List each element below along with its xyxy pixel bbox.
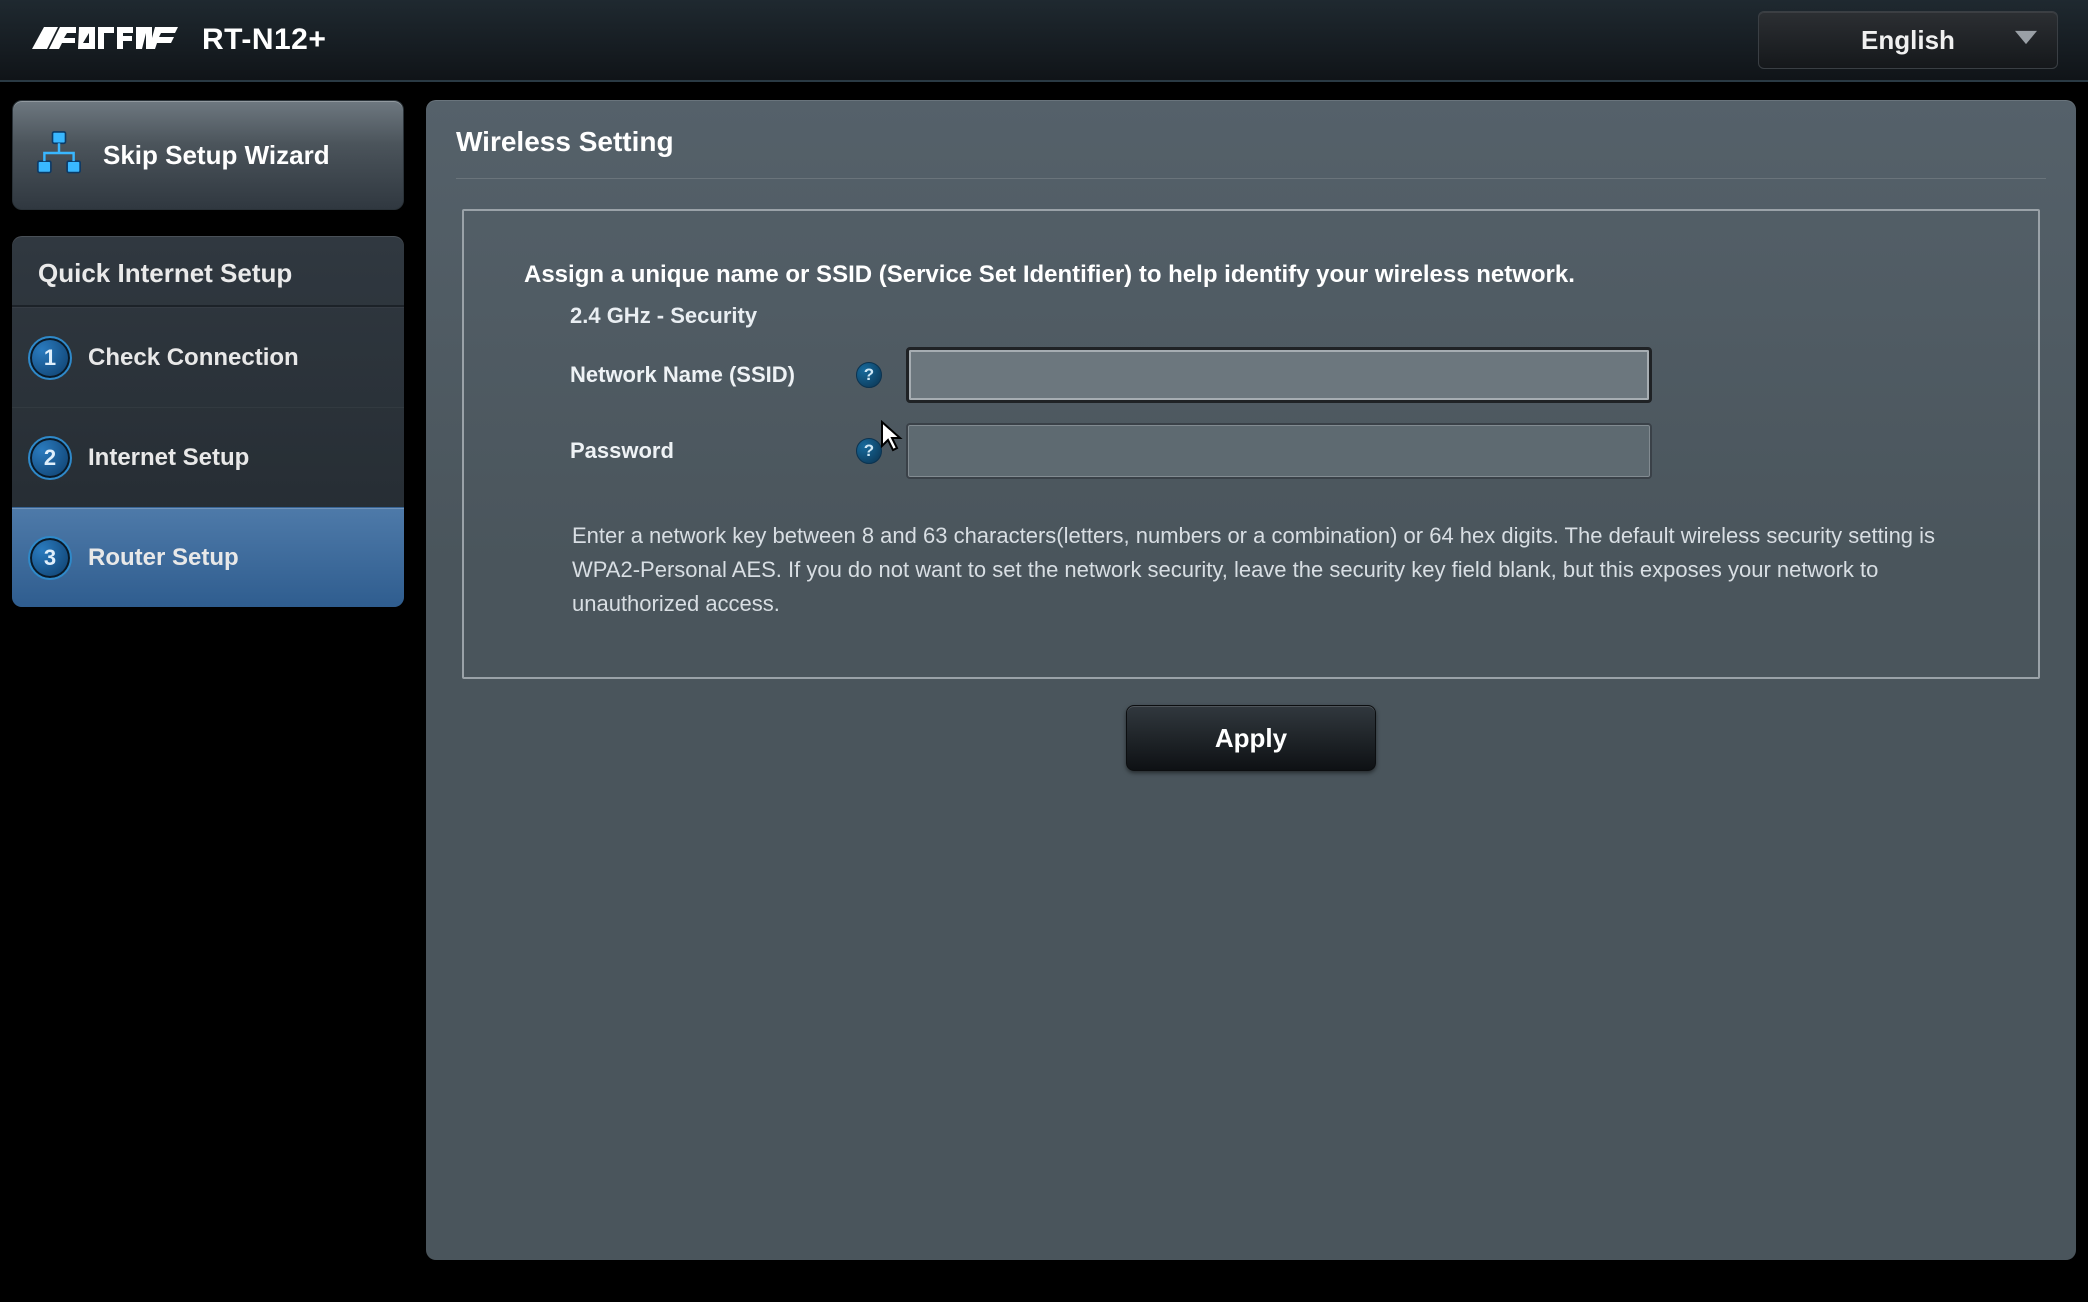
instruction-text: Assign a unique name or SSID (Service Se… <box>524 261 1978 289</box>
password-input[interactable] <box>906 423 1652 479</box>
ssid-field-row: Network Name (SSID) ? <box>570 347 1978 403</box>
ssid-input[interactable] <box>906 347 1652 403</box>
language-select[interactable]: English <box>1758 11 2058 69</box>
model-name: RT-N12+ <box>202 23 326 57</box>
page-title: Wireless Setting <box>456 126 2046 179</box>
quick-internet-setup-panel: Quick Internet Setup 1 Check Connection … <box>12 236 404 607</box>
password-label: Password <box>570 438 856 464</box>
apply-button[interactable]: Apply <box>1126 705 1376 771</box>
band-security-heading: 2.4 GHz - Security <box>570 303 1978 329</box>
language-label: English <box>1861 25 1955 56</box>
step-number: 2 <box>28 436 72 480</box>
ssid-label: Network Name (SSID) <box>570 362 856 388</box>
main-panel: Wireless Setting Assign a unique name or… <box>426 100 2076 1260</box>
chevron-down-icon <box>2015 30 2037 51</box>
network-map-icon <box>33 127 85 184</box>
step-label: Router Setup <box>88 544 239 572</box>
asus-logo-icon <box>30 18 180 62</box>
step-check-connection[interactable]: 1 Check Connection <box>12 307 404 407</box>
step-number: 1 <box>28 336 72 380</box>
password-note: Enter a network key between 8 and 63 cha… <box>572 519 1948 621</box>
wireless-setting-form: Assign a unique name or SSID (Service Se… <box>462 209 2040 679</box>
sidebar: Skip Setup Wizard Quick Internet Setup 1… <box>12 100 404 607</box>
step-router-setup[interactable]: 3 Router Setup <box>12 507 404 607</box>
panel-title: Quick Internet Setup <box>12 236 404 307</box>
step-number: 3 <box>28 536 72 580</box>
step-label: Check Connection <box>88 344 299 372</box>
logo-block: RT-N12+ <box>30 18 326 62</box>
skip-setup-label: Skip Setup Wizard <box>103 140 330 171</box>
skip-setup-wizard-button[interactable]: Skip Setup Wizard <box>12 100 404 210</box>
help-icon[interactable]: ? <box>856 438 882 464</box>
help-icon[interactable]: ? <box>856 362 882 388</box>
step-label: Internet Setup <box>88 444 249 472</box>
step-internet-setup[interactable]: 2 Internet Setup <box>12 407 404 507</box>
password-field-row: Password ? <box>570 423 1978 479</box>
header-bar: RT-N12+ English <box>0 0 2088 82</box>
